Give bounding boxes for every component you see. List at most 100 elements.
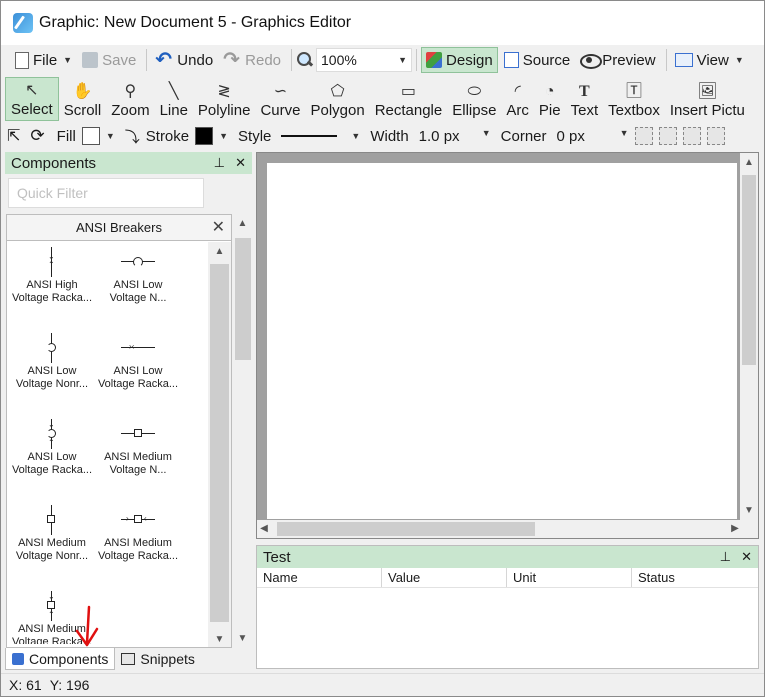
- scroll-left-icon[interactable]: ◀: [257, 523, 271, 534]
- text-icon: T: [579, 83, 590, 100]
- scroll-down-icon[interactable]: ▼: [208, 634, 231, 645]
- align-icon[interactable]: [682, 127, 701, 145]
- tab-label: Snippets: [140, 651, 195, 667]
- component-item[interactable]: ANSI Low Voltage N...: [95, 245, 181, 305]
- width-select[interactable]: 1.0 px ▼: [419, 128, 491, 145]
- component-list-scrollbar[interactable]: ▲ ▼: [208, 242, 231, 647]
- undo-button[interactable]: Undo: [151, 47, 217, 73]
- component-name: ANSI Low: [113, 365, 163, 377]
- arc-icon: ◜: [514, 83, 521, 100]
- toolbar-divider: [665, 49, 667, 71]
- pointer-icon: ↖: [25, 82, 39, 99]
- tool-polyline[interactable]: ≷ Polyline: [193, 77, 256, 121]
- line-style-select[interactable]: [281, 135, 338, 137]
- breaker-symbol-icon: [9, 503, 95, 537]
- redo-button[interactable]: Redo: [219, 47, 285, 73]
- component-name: ANSI High: [26, 279, 78, 291]
- zoom-select[interactable]: 100% ▼: [316, 48, 413, 72]
- view-menu-button[interactable]: View ▼: [671, 47, 748, 73]
- column-header-unit[interactable]: Unit: [507, 568, 632, 587]
- main-toolbar: File ▼ Save Undo Redo 100% ▼ Design S: [1, 45, 764, 75]
- tool-curve[interactable]: ∽ Curve: [255, 77, 305, 121]
- scroll-down-icon[interactable]: ▼: [233, 633, 252, 644]
- quick-filter-input[interactable]: Quick Filter: [8, 178, 204, 208]
- stroke-color-swatch[interactable]: [195, 127, 214, 145]
- tool-label: Line: [159, 102, 188, 119]
- chevron-down-icon[interactable]: ▼: [219, 131, 228, 141]
- pin-icon[interactable]: ⊥: [214, 155, 225, 171]
- zoom-icon: ⚲: [124, 83, 137, 100]
- breaker-symbol-icon: [9, 331, 95, 365]
- breaker-symbol-icon: ⌄ ⌃: [9, 245, 95, 279]
- graphics-editor-window: Graphic: New Document 5 - Graphics Edito…: [0, 0, 765, 697]
- component-item[interactable]: ANSI Medium Voltage N...: [95, 417, 181, 477]
- pin-icon[interactable]: ⊥: [720, 549, 731, 565]
- tool-text[interactable]: T Text: [566, 77, 604, 121]
- column-header-name[interactable]: Name: [257, 568, 382, 587]
- tool-pie[interactable]: ◔ Pie: [534, 77, 566, 121]
- line-icon: ╲: [168, 83, 179, 100]
- tool-rectangle[interactable]: ▭ Rectangle: [370, 77, 448, 121]
- source-icon: [503, 52, 519, 68]
- scroll-down-icon[interactable]: ▼: [740, 505, 758, 516]
- tab-snippets[interactable]: Snippets: [115, 648, 200, 670]
- component-item[interactable]: › ‹ ANSI Medium Voltage Racka...: [95, 503, 181, 563]
- tool-ellipse[interactable]: ⬭ Ellipse: [447, 77, 501, 121]
- tool-line[interactable]: ╲ Line: [155, 77, 193, 121]
- scroll-up-icon[interactable]: ▲: [233, 218, 252, 229]
- design-canvas-area[interactable]: ▲ ▼ ◀ ▶: [256, 152, 759, 539]
- source-view-button[interactable]: Source: [500, 47, 575, 73]
- ungroup-icon[interactable]: [658, 127, 677, 145]
- tool-insert-picture[interactable]: 🖼 Insert Pictu: [665, 77, 750, 121]
- corner-select[interactable]: 0 px ▼: [557, 128, 629, 145]
- save-button[interactable]: Save: [78, 47, 140, 73]
- scrollbar-thumb[interactable]: [210, 264, 229, 622]
- scrollbar-thumb[interactable]: [277, 522, 535, 536]
- tab-components[interactable]: Components: [5, 648, 116, 670]
- component-item[interactable]: ANSI Low Voltage Nonr...: [9, 331, 95, 391]
- chevron-down-icon[interactable]: ▼: [351, 131, 360, 141]
- close-icon[interactable]: ✕: [212, 215, 225, 241]
- group-icon[interactable]: [634, 127, 653, 145]
- breaker-symbol-icon: [95, 245, 181, 279]
- polygon-icon: ⬠: [330, 83, 345, 100]
- tool-select[interactable]: ↖ Select: [5, 77, 59, 121]
- scrollbar-thumb[interactable]: [235, 238, 251, 360]
- scrollbar-thumb[interactable]: [742, 175, 756, 365]
- preview-button[interactable]: Preview: [576, 47, 659, 73]
- chevron-down-icon[interactable]: ▼: [106, 131, 115, 141]
- fill-color-swatch[interactable]: [81, 127, 100, 145]
- component-subname: Voltage Racka...: [11, 464, 93, 476]
- column-header-value[interactable]: Value: [382, 568, 507, 587]
- scroll-up-icon[interactable]: ▲: [208, 246, 231, 257]
- components-panel-scrollbar[interactable]: ▲ ▼: [233, 214, 252, 648]
- canvas-horizontal-scrollbar[interactable]: ◀ ▶: [257, 520, 742, 538]
- tool-scroll[interactable]: ✋ Scroll: [59, 77, 107, 121]
- canvas-vertical-scrollbar[interactable]: ▲ ▼: [740, 153, 758, 520]
- tool-label: Textbox: [608, 102, 660, 119]
- component-item[interactable]: ANSI Medium Voltage Nonr...: [9, 503, 95, 563]
- tool-arc[interactable]: ◜ Arc: [501, 77, 534, 121]
- pie-icon: ◔: [544, 83, 555, 100]
- tool-polygon[interactable]: ⬠ Polygon: [305, 77, 369, 121]
- component-item[interactable]: ⌄ ⌃ ANSI High Voltage Racka...: [9, 245, 95, 305]
- rotate-icon[interactable]: ⟳: [30, 126, 44, 146]
- component-item[interactable]: ›‹ ANSI Low Voltage Racka...: [95, 331, 181, 391]
- column-header-status[interactable]: Status: [632, 568, 757, 587]
- test-table-header: Name Value Unit Status: [257, 568, 758, 588]
- cursor-y: Y: 196: [49, 677, 90, 693]
- close-icon[interactable]: ✕: [741, 549, 752, 565]
- file-menu-button[interactable]: File ▼: [11, 47, 76, 73]
- scroll-up-icon[interactable]: ▲: [740, 157, 758, 168]
- group-title: ANSI Breakers: [76, 220, 162, 235]
- design-view-button[interactable]: Design: [421, 47, 498, 73]
- tool-textbox[interactable]: 🅃 Textbox: [603, 77, 665, 121]
- chevron-down-icon: ▼: [398, 55, 408, 65]
- drawing-page[interactable]: [267, 163, 737, 519]
- tool-zoom[interactable]: ⚲ Zoom: [106, 77, 154, 121]
- order-icon[interactable]: [706, 127, 725, 145]
- select-arrow-icon[interactable]: ⇱: [7, 126, 20, 146]
- stroke-swap-icon[interactable]: ⤵: [125, 126, 140, 147]
- component-item[interactable]: ⌄ ⌃ ANSI Low Voltage Racka...: [9, 417, 95, 477]
- close-icon[interactable]: ✕: [235, 155, 246, 171]
